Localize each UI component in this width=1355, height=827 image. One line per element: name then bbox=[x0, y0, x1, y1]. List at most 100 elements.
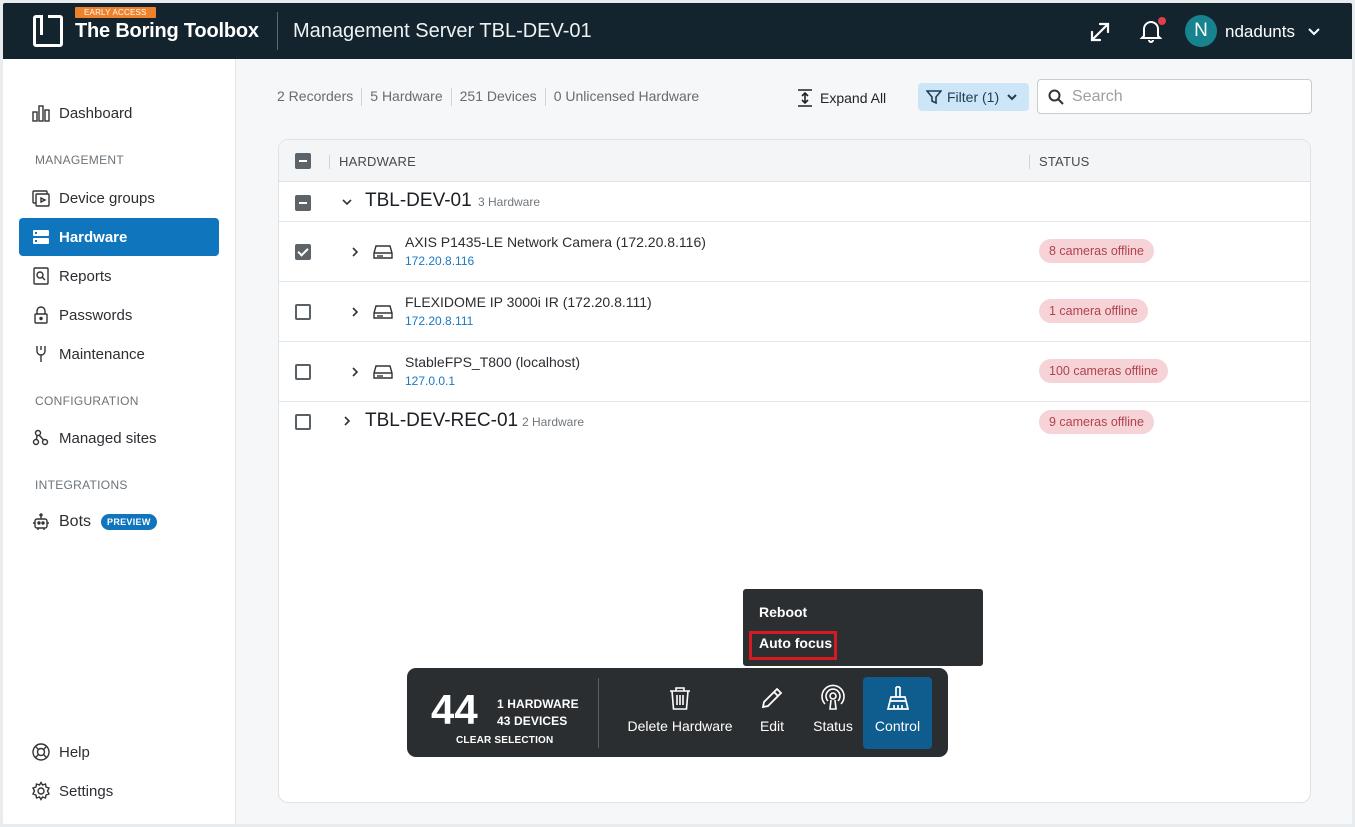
sidebar-item-label: Passwords bbox=[59, 306, 133, 324]
sidebar: Dashboard MANAGEMENT Device groups Hardw… bbox=[3, 59, 236, 824]
hardware-count: 5 Hardware bbox=[370, 88, 443, 104]
brand-name[interactable]: The Boring Toolbox bbox=[75, 20, 259, 43]
filter-button[interactable]: Filter (1) bbox=[918, 83, 1029, 111]
column-divider bbox=[1029, 155, 1030, 169]
expand-vertical-icon bbox=[798, 89, 812, 107]
chevron-down-icon[interactable] bbox=[341, 196, 353, 208]
logo-icon[interactable] bbox=[33, 15, 63, 47]
status-label: Status bbox=[813, 718, 853, 734]
chevron-down-icon[interactable] bbox=[1307, 25, 1321, 37]
table-row[interactable]: AXIS P1435-LE Network Camera (172.20.8.1… bbox=[279, 222, 1310, 282]
column-header-status[interactable]: STATUS bbox=[1039, 154, 1090, 169]
chevron-right-icon[interactable] bbox=[341, 415, 353, 427]
divider bbox=[361, 88, 363, 106]
sidebar-item-help[interactable]: Help bbox=[19, 733, 219, 771]
row-checkbox[interactable] bbox=[295, 244, 311, 260]
filter-label: Filter (1) bbox=[947, 89, 1000, 105]
divider bbox=[544, 88, 546, 106]
row-checkbox[interactable] bbox=[295, 304, 311, 320]
group-name: TBL-DEV-REC-01 bbox=[365, 410, 519, 431]
selected-hardware-count: 1 HARDWARE bbox=[497, 697, 579, 711]
summary-stats: 2 Recorders 5 Hardware 251 Devices 0 Unl… bbox=[277, 88, 699, 106]
sidebar-item-settings[interactable]: Settings bbox=[19, 772, 219, 810]
select-all-checkbox[interactable] bbox=[295, 153, 311, 169]
hard-drive-icon bbox=[373, 365, 393, 379]
sidebar-item-label: Hardware bbox=[59, 228, 128, 246]
divider bbox=[450, 88, 452, 106]
hard-drive-icon bbox=[373, 305, 393, 319]
expand-arrows-icon[interactable] bbox=[1088, 20, 1112, 44]
app-window: EARLY ACCESS The Boring Toolbox Manageme… bbox=[3, 3, 1352, 824]
device-groups-icon bbox=[32, 190, 50, 207]
chevron-right-icon[interactable] bbox=[349, 246, 361, 258]
table-row[interactable]: StableFPS_T800 (localhost) 127.0.0.1 100… bbox=[279, 342, 1310, 402]
search-input[interactable] bbox=[1072, 87, 1292, 106]
status-badge: 1 camera offline bbox=[1039, 299, 1148, 323]
delete-hardware-button[interactable]: Delete Hardware bbox=[621, 677, 739, 749]
avatar[interactable]: N bbox=[1185, 15, 1217, 47]
edit-button[interactable]: Edit bbox=[747, 677, 797, 749]
group-checkbox[interactable] bbox=[295, 195, 311, 211]
menu-item-reboot[interactable]: Reboot bbox=[759, 604, 807, 620]
row-checkbox[interactable] bbox=[295, 364, 311, 380]
table-header: HARDWARE STATUS bbox=[279, 140, 1310, 182]
expand-all-button[interactable]: Expand All bbox=[796, 86, 886, 110]
hardware-ip-link[interactable]: 127.0.0.1 bbox=[405, 374, 455, 388]
hardware-ip-link[interactable]: 172.20.8.116 bbox=[405, 254, 474, 268]
chevron-right-icon[interactable] bbox=[349, 306, 361, 318]
sidebar-item-dashboard[interactable]: Dashboard bbox=[19, 94, 219, 132]
wrench-icon bbox=[36, 346, 46, 362]
column-header-hardware[interactable]: HARDWARE bbox=[339, 154, 416, 169]
group-name: TBL-DEV-01 bbox=[365, 190, 472, 211]
hardware-name: FLEXIDOME IP 3000i IR (172.20.8.111) bbox=[405, 294, 652, 310]
expand-all-label: Expand All bbox=[820, 90, 887, 106]
report-icon bbox=[33, 267, 49, 285]
sites-icon bbox=[32, 429, 49, 446]
sidebar-item-device-groups[interactable]: Device groups bbox=[19, 179, 219, 217]
selection-count: 44 bbox=[431, 686, 478, 733]
devices-count: 251 Devices bbox=[459, 88, 537, 104]
selection-action-bar: 44 1 HARDWARE 43 DEVICES CLEAR SELECTION… bbox=[407, 668, 948, 757]
topbar-divider bbox=[277, 12, 278, 50]
search-icon bbox=[1048, 89, 1064, 105]
filter-icon bbox=[926, 90, 942, 105]
lock-icon bbox=[34, 306, 48, 324]
sidebar-item-bots[interactable]: Bots PREVIEW bbox=[19, 503, 219, 541]
control-label: Control bbox=[874, 718, 921, 734]
delete-hardware-label: Delete Hardware bbox=[627, 718, 733, 734]
pencil-icon bbox=[761, 687, 783, 709]
sidebar-item-label: Dashboard bbox=[59, 104, 133, 122]
table-row[interactable]: FLEXIDOME IP 3000i IR (172.20.8.111) 172… bbox=[279, 282, 1310, 342]
group-count: 2 Hardware bbox=[522, 415, 585, 429]
top-bar: EARLY ACCESS The Boring Toolbox Manageme… bbox=[3, 3, 1352, 59]
sidebar-item-label: Managed sites bbox=[59, 429, 157, 447]
group-row[interactable]: TBL-DEV-01 3 Hardware bbox=[279, 182, 1310, 222]
sidebar-item-label: Device groups bbox=[59, 189, 155, 207]
username[interactable]: ndadunts bbox=[1225, 22, 1295, 42]
bar-chart-icon bbox=[32, 105, 50, 122]
sidebar-item-managed-sites[interactable]: Managed sites bbox=[19, 419, 219, 457]
chevron-right-icon[interactable] bbox=[349, 366, 361, 378]
search-box[interactable] bbox=[1037, 79, 1312, 114]
preview-badge: PREVIEW bbox=[101, 514, 157, 530]
group-checkbox[interactable] bbox=[295, 414, 311, 430]
broadcast-icon bbox=[821, 684, 845, 710]
clear-selection-button[interactable]: CLEAR SELECTION bbox=[456, 735, 553, 746]
robot-icon bbox=[33, 513, 49, 530]
highlight-box bbox=[749, 631, 837, 660]
status-button[interactable]: Status bbox=[805, 677, 861, 749]
sidebar-item-hardware[interactable]: Hardware bbox=[19, 218, 219, 256]
sidebar-item-label: Maintenance bbox=[59, 345, 145, 363]
chevron-down-icon bbox=[1007, 94, 1017, 101]
hardware-ip-link[interactable]: 172.20.8.111 bbox=[405, 314, 473, 328]
group-row[interactable]: TBL-DEV-REC-01 2 Hardware 9 cameras offl… bbox=[279, 402, 1310, 442]
edit-label: Edit bbox=[759, 718, 785, 734]
sidebar-item-passwords[interactable]: Passwords bbox=[19, 296, 219, 334]
notification-dot bbox=[1158, 17, 1166, 25]
sidebar-item-label: Help bbox=[59, 743, 90, 761]
control-button[interactable]: Control bbox=[863, 677, 932, 749]
sidebar-item-maintenance[interactable]: Maintenance bbox=[19, 335, 219, 373]
server-icon bbox=[33, 230, 49, 244]
sidebar-item-reports[interactable]: Reports bbox=[19, 257, 219, 295]
recorders-count: 2 Recorders bbox=[277, 88, 354, 104]
